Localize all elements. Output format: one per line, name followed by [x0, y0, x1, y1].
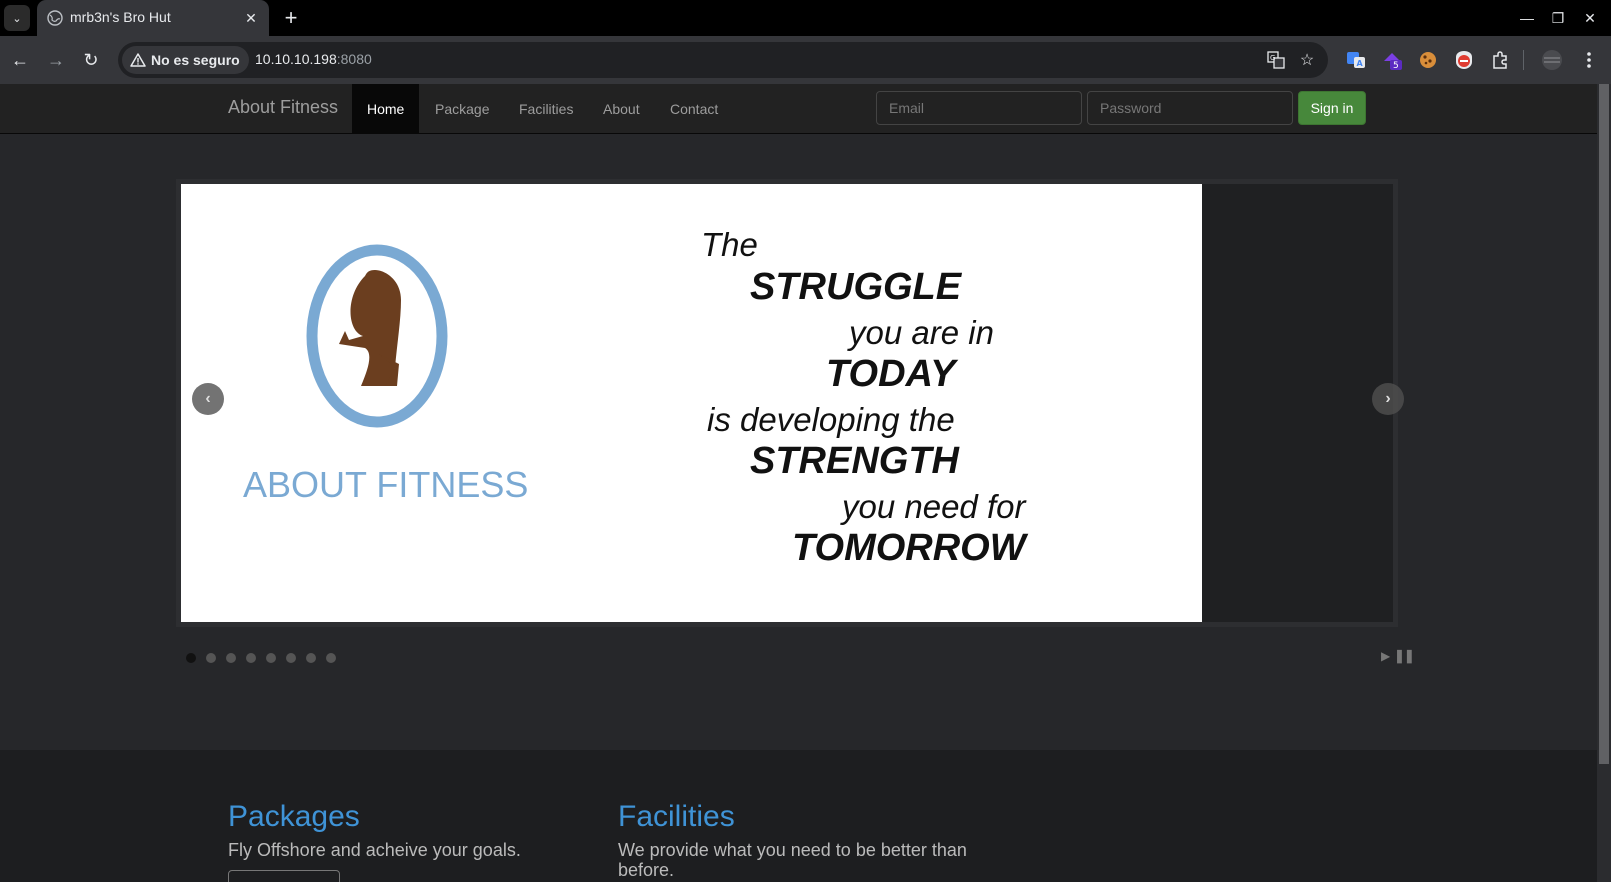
logo-wordmark: ABOUT FITNESS	[243, 464, 529, 505]
security-label: No es seguro	[151, 52, 240, 68]
site-navbar: About Fitness Home Package Facilities Ab…	[0, 84, 1597, 134]
chevron-right-icon: ›	[1385, 390, 1391, 407]
carousel-dot[interactable]	[266, 653, 276, 663]
nav-home[interactable]: Home	[352, 84, 420, 134]
quote-line: STRUGGLE	[750, 266, 962, 308]
minimize-icon[interactable]: —	[1513, 4, 1541, 32]
cookie-extension-icon[interactable]	[1416, 48, 1440, 72]
back-button[interactable]: ←	[6, 46, 34, 74]
quote-line: is developing the	[707, 401, 955, 438]
quote-line: TOMORROW	[792, 527, 1026, 569]
address-bar[interactable]: No es seguro 10.10.10.198:8080 G ☆	[118, 42, 1328, 78]
warning-icon	[130, 53, 146, 67]
password-field[interactable]	[1087, 91, 1293, 125]
close-window-icon[interactable]: ✕	[1576, 4, 1604, 32]
nav-contact[interactable]: Contact	[655, 84, 733, 134]
chevron-down-icon: ⌄	[12, 12, 22, 25]
tab-strip: ⌄ mrb3n's Bro Hut ✕ + — ❐ ✕	[0, 0, 1611, 36]
carousel-dot[interactable]	[306, 653, 316, 663]
quote-line: TODAY	[826, 353, 956, 395]
restore-icon[interactable]: ❐	[1544, 4, 1572, 32]
translate-extension-icon[interactable]: A	[1344, 48, 1368, 72]
hat-extension-icon[interactable]: 5	[1380, 48, 1404, 72]
carousel-next-button[interactable]: ›	[1372, 383, 1404, 415]
carousel-dot[interactable]	[186, 653, 196, 663]
toolbar-divider	[1523, 50, 1524, 70]
adblock-extension-icon[interactable]	[1452, 48, 1476, 72]
svg-text:5: 5	[1393, 61, 1399, 71]
carousel-dot[interactable]	[226, 653, 236, 663]
tab-title: mrb3n's Bro Hut	[70, 9, 171, 25]
site-brand[interactable]: About Fitness	[228, 97, 338, 118]
packages-heading: Packages	[228, 800, 360, 833]
about-fitness-logo	[306, 244, 448, 428]
chevron-left-icon: ‹	[205, 390, 211, 407]
url-text[interactable]: 10.10.10.198:8080	[255, 51, 372, 67]
globe-icon	[47, 10, 63, 26]
translate-icon[interactable]: G	[1264, 48, 1288, 72]
extensions-puzzle-icon[interactable]	[1488, 48, 1512, 72]
email-field[interactable]	[876, 91, 1082, 125]
packages-button[interactable]	[228, 870, 340, 882]
page-scrollbar[interactable]	[1597, 84, 1611, 882]
image-carousel: ABOUT FITNESS The STRUGGLE you are in TO…	[176, 179, 1398, 627]
carousel-dot[interactable]	[246, 653, 256, 663]
carousel-dot[interactable]	[326, 653, 336, 663]
carousel-dot[interactable]	[286, 653, 296, 663]
carousel-dot[interactable]	[206, 653, 216, 663]
forward-button[interactable]: →	[42, 46, 70, 74]
svg-text:A: A	[1357, 59, 1364, 68]
more-menu-icon[interactable]	[1577, 48, 1601, 72]
quote-line: STRENGTH	[750, 440, 959, 482]
carousel-slide: ABOUT FITNESS The STRUGGLE you are in TO…	[181, 184, 1202, 622]
profile-avatar[interactable]	[1540, 48, 1564, 72]
active-tab[interactable]: mrb3n's Bro Hut ✕	[37, 0, 269, 36]
browser-toolbar: ← → ↻ No es seguro 10.10.10.198:8080 G ☆…	[0, 36, 1611, 84]
play-icon[interactable]: ▶	[1381, 649, 1390, 663]
bookmark-star-icon[interactable]: ☆	[1295, 48, 1319, 72]
page-viewport: About Fitness Home Package Facilities Ab…	[0, 84, 1597, 882]
close-tab-icon[interactable]: ✕	[241, 8, 261, 28]
nav-about[interactable]: About	[588, 84, 655, 134]
reload-button[interactable]: ↻	[77, 46, 105, 74]
nav-facilities[interactable]: Facilities	[504, 84, 588, 134]
packages-text: Fly Offshore and acheive your goals.	[228, 840, 521, 860]
facilities-text: We provide what you need to be better th…	[618, 840, 967, 880]
carousel-prev-button[interactable]: ‹	[192, 383, 224, 415]
quote-line: you are in	[849, 314, 994, 351]
svg-text:G: G	[1270, 54, 1275, 62]
new-tab-button[interactable]: +	[277, 4, 305, 32]
sign-in-button[interactable]: Sign in	[1298, 91, 1366, 125]
pause-icon[interactable]: ❚❚	[1394, 648, 1415, 664]
security-indicator[interactable]: No es seguro	[122, 46, 249, 74]
scrollbar-thumb[interactable]	[1599, 84, 1609, 764]
quote-line: The	[701, 226, 758, 263]
tab-search-button[interactable]: ⌄	[4, 5, 30, 31]
carousel-indicators	[186, 653, 336, 663]
nav-package[interactable]: Package	[420, 84, 504, 134]
facilities-heading: Facilities	[618, 800, 735, 833]
quote-line: you need for	[842, 488, 1026, 525]
info-section: Packages Fly Offshore and acheive your g…	[0, 750, 1597, 882]
